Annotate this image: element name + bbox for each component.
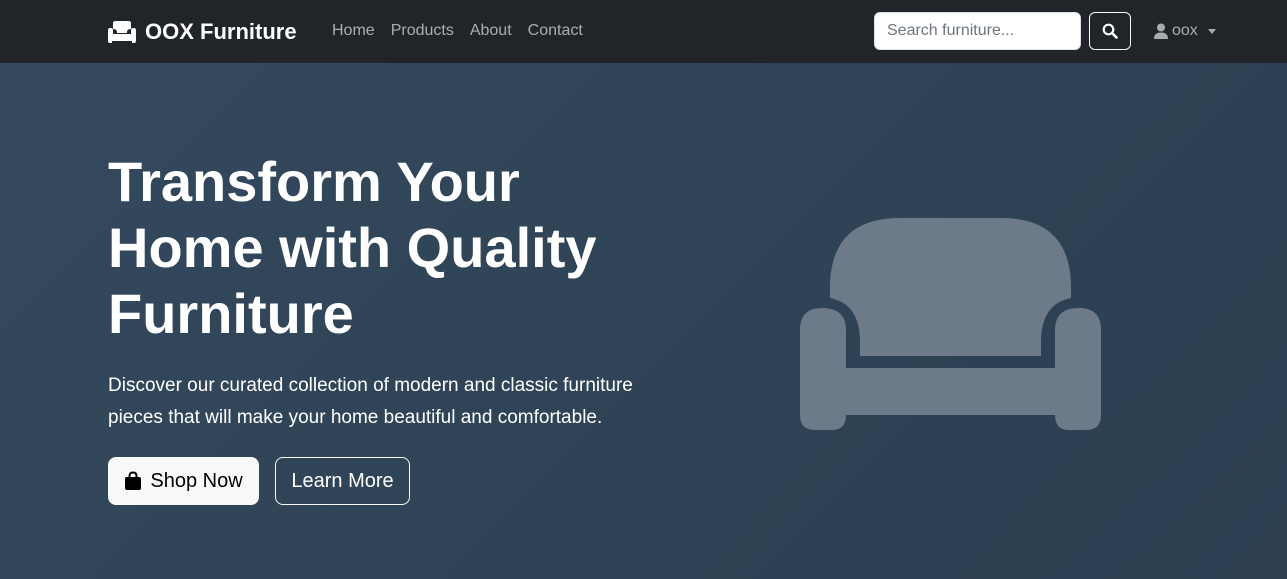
chevron-down-icon [1207, 28, 1216, 34]
hero-section: Transform Your Home with Quality Furnitu… [0, 63, 1287, 579]
nav-link-home[interactable]: Home [332, 20, 375, 42]
search-button[interactable] [1089, 12, 1131, 50]
navbar: OOX Furniture Home Products About Contac… [0, 0, 1287, 63]
search-input[interactable] [874, 12, 1081, 50]
brand-name: OOX Furniture [145, 19, 297, 44]
shop-now-label: Shop Now [150, 469, 243, 492]
shop-now-button[interactable]: Shop Now [108, 457, 259, 505]
learn-more-button[interactable]: Learn More [275, 457, 410, 505]
hero-title: Transform Your Home with Quality Furnitu… [108, 150, 597, 345]
nav-link-contact[interactable]: Contact [528, 20, 583, 42]
shopping-bag-icon [125, 471, 142, 490]
nav-links: Home Products About Contact [332, 20, 583, 42]
brand-link[interactable]: OOX Furniture [107, 17, 297, 47]
user-name: oox [1172, 22, 1198, 39]
nav-link-about[interactable]: About [470, 20, 512, 42]
couch-icon [108, 21, 136, 43]
hero-lead: Discover our curated collection of moder… [108, 375, 633, 428]
nav-link-products[interactable]: Products [391, 20, 454, 42]
user-menu-dropdown[interactable]: oox [1154, 20, 1216, 42]
user-icon [1154, 23, 1168, 39]
couch-icon [800, 218, 1101, 430]
search-icon [1102, 23, 1118, 39]
